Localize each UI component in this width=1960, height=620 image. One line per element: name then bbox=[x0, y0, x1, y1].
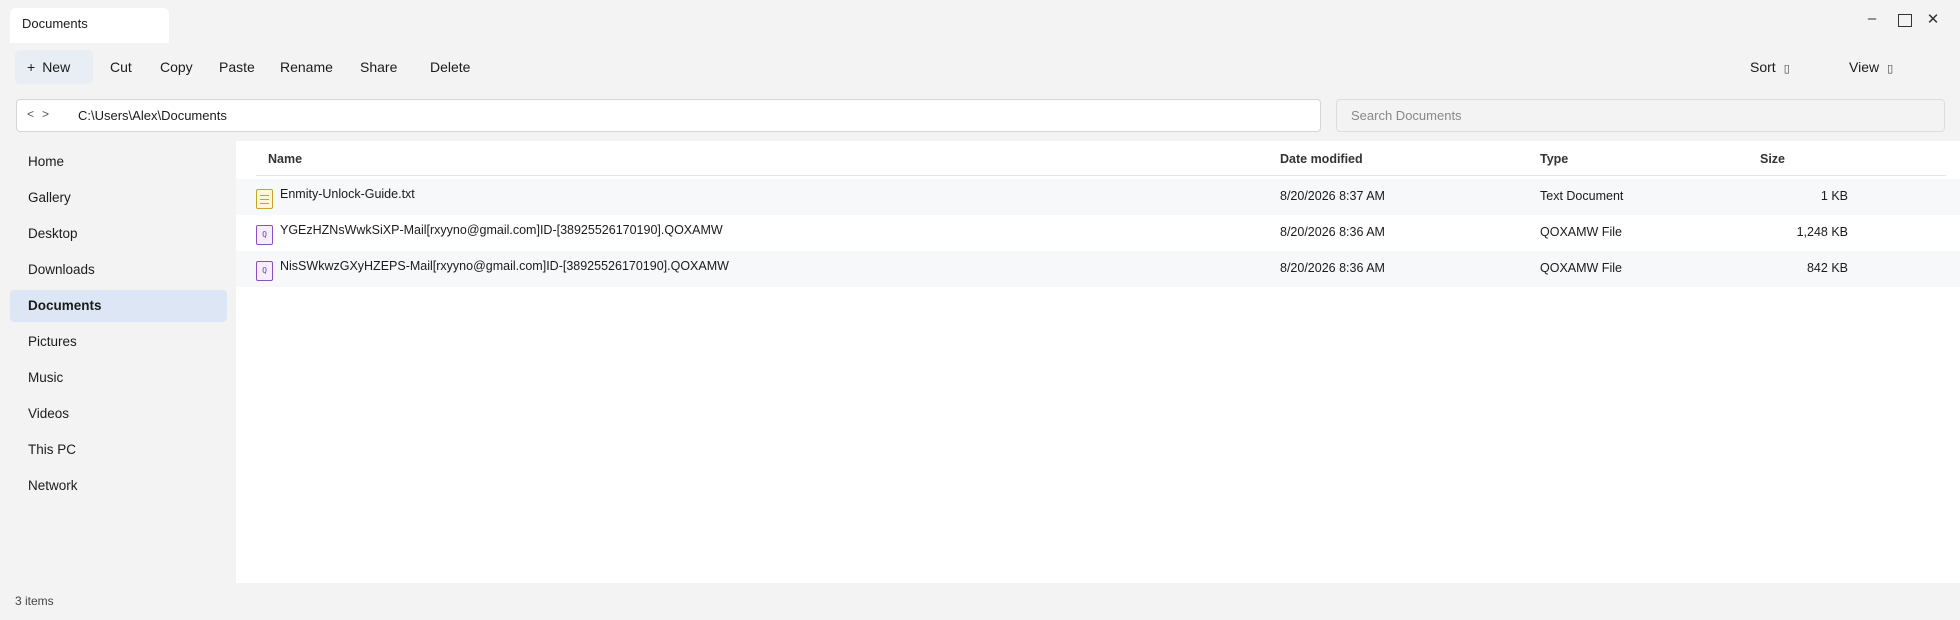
status-item-count: 3 items bbox=[15, 594, 54, 608]
text-file-icon bbox=[256, 189, 273, 209]
cut-button[interactable]: Cut bbox=[106, 50, 136, 84]
file-size: 842 KB bbox=[1806, 261, 1848, 275]
chevron-down-icon: ▯ bbox=[1887, 63, 1894, 75]
back-button[interactable]: < bbox=[27, 107, 34, 121]
new-button[interactable]: + New bbox=[15, 50, 93, 84]
sidebar-item-videos[interactable]: Videos bbox=[10, 398, 227, 430]
sidebar-item-desktop[interactable]: Desktop bbox=[10, 218, 227, 250]
sidebar-item-home[interactable]: Home bbox=[10, 146, 227, 178]
file-name: Enmity-Unlock-Guide.txt bbox=[280, 187, 415, 201]
plus-icon: + bbox=[27, 59, 36, 75]
file-type: QOXAMW File bbox=[1540, 225, 1622, 239]
copy-button[interactable]: Copy bbox=[156, 50, 197, 84]
command-bar: + New Cut Copy Paste Rename Share Delete … bbox=[0, 50, 1960, 84]
file-row[interactable]: Enmity-Unlock-Guide.txt 8/20/2026 8:37 A… bbox=[236, 179, 1960, 215]
file-row[interactable]: Q YGEzHZNsWwkSiXP-Mail[rxyyno@gmail.com]… bbox=[236, 215, 1960, 251]
column-header-type[interactable]: Type bbox=[1540, 152, 1568, 166]
maximize-icon bbox=[1898, 14, 1912, 27]
address-bar[interactable]: < > C:\Users\Alex\Documents bbox=[16, 99, 1321, 132]
close-button[interactable]: ✕ bbox=[1921, 10, 1945, 28]
file-name: YGEzHZNsWwkSiXP-Mail[rxyyno@gmail.com]ID… bbox=[280, 223, 723, 237]
file-date: 8/20/2026 8:37 AM bbox=[1280, 189, 1385, 203]
minimize-button[interactable]: – bbox=[1860, 10, 1884, 27]
sidebar-item-network[interactable]: Network bbox=[10, 470, 227, 502]
header-divider bbox=[256, 175, 1946, 176]
share-button[interactable]: Share bbox=[356, 50, 401, 84]
title-bar: Documents – ✕ bbox=[0, 0, 1960, 44]
sidebar-item-pictures[interactable]: Pictures bbox=[10, 326, 227, 358]
maximize-button[interactable] bbox=[1893, 10, 1917, 31]
forward-button[interactable]: > bbox=[42, 107, 49, 121]
chevron-down-icon: ▯ bbox=[1783, 63, 1790, 75]
column-header-date-modified[interactable]: Date modified bbox=[1280, 152, 1363, 166]
sort-button[interactable]: Sort ▯ bbox=[1746, 50, 1794, 84]
search-input[interactable] bbox=[1336, 99, 1945, 132]
file-list: Name Date modified Type Size Enmity-Unlo… bbox=[236, 141, 1960, 583]
file-name: NisSWkwzGXyHZEPS-Mail[rxyyno@gmail.com]I… bbox=[280, 259, 729, 273]
sidebar-item-downloads[interactable]: Downloads bbox=[10, 254, 227, 286]
column-header-size[interactable]: Size bbox=[1760, 152, 1785, 166]
qoxamw-file-icon: Q bbox=[256, 261, 273, 281]
sidebar-item-gallery[interactable]: Gallery bbox=[10, 182, 227, 214]
view-button[interactable]: View ▯ bbox=[1845, 50, 1897, 84]
file-size: 1 KB bbox=[1820, 189, 1848, 203]
paste-button[interactable]: Paste bbox=[215, 50, 259, 84]
file-row[interactable]: Q NisSWkwzGXyHZEPS-Mail[rxyyno@gmail.com… bbox=[236, 251, 1960, 287]
window-tab-title: Documents bbox=[22, 16, 88, 31]
window-tab[interactable]: Documents bbox=[10, 8, 169, 43]
view-button-label: View bbox=[1849, 59, 1880, 75]
file-type: Text Document bbox=[1540, 189, 1624, 203]
delete-button[interactable]: Delete bbox=[426, 50, 474, 84]
file-type: QOXAMW File bbox=[1540, 261, 1622, 275]
new-button-label: New bbox=[42, 59, 71, 75]
address-path[interactable]: C:\Users\Alex\Documents bbox=[78, 108, 227, 123]
file-date: 8/20/2026 8:36 AM bbox=[1280, 261, 1385, 275]
sidebar-item-this-pc[interactable]: This PC bbox=[10, 434, 227, 466]
qoxamw-file-icon: Q bbox=[256, 225, 273, 245]
column-header-name[interactable]: Name bbox=[268, 152, 302, 166]
sidebar-item-documents[interactable]: Documents bbox=[10, 290, 227, 322]
sort-button-label: Sort bbox=[1750, 59, 1776, 75]
navigation-pane: Home Gallery Desktop Downloads Documents… bbox=[0, 146, 236, 582]
file-size: 1,248 KB bbox=[1796, 225, 1848, 239]
file-date: 8/20/2026 8:36 AM bbox=[1280, 225, 1385, 239]
rename-button[interactable]: Rename bbox=[276, 50, 337, 84]
sidebar-item-music[interactable]: Music bbox=[10, 362, 227, 394]
